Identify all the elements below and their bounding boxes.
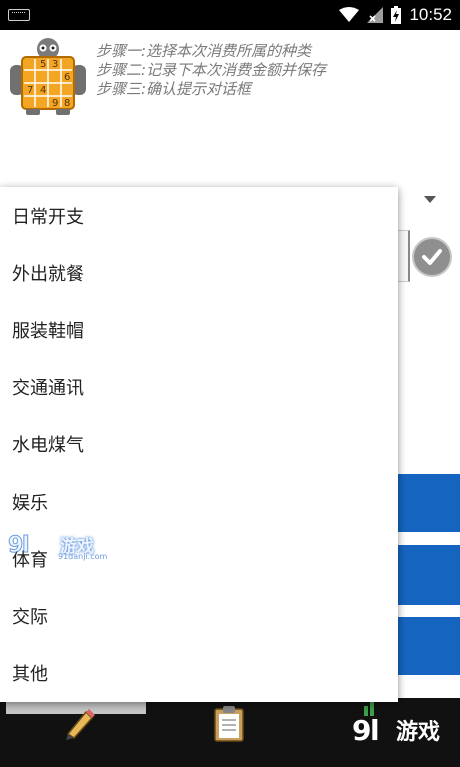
confirm-button[interactable] (412, 237, 452, 277)
dropdown-option[interactable]: 服装鞋帽 (0, 301, 398, 358)
logo-digit: 3 (52, 59, 59, 70)
logo-digit: 7 (27, 85, 34, 96)
watermark-corner: 9 l 游戏 (352, 714, 440, 746)
dropdown-option[interactable]: 娱乐 (0, 473, 398, 530)
watermark-logo-icon: 9 l (8, 533, 31, 559)
step-one: 步骤一:选择本次消费所属的种类 (96, 42, 312, 60)
status-time: 10:52 (409, 5, 452, 24)
action-button-1[interactable] (398, 474, 460, 532)
dropdown-option[interactable]: 交际 (0, 587, 398, 644)
svg-text:l: l (22, 533, 30, 558)
wifi-icon (339, 7, 360, 22)
dropdown-option[interactable]: 交通通讯 (0, 359, 398, 416)
clipboard-icon[interactable] (212, 704, 246, 742)
battery-charging-icon (391, 6, 402, 24)
svg-text:l: l (370, 714, 380, 746)
status-bar: 10:52 (0, 0, 460, 30)
logo-digit: 8 (64, 98, 71, 109)
sudoku-robot-icon: 5 3 6 7 4 9 8 (6, 35, 90, 115)
dropdown-option[interactable]: 外出就餐 (0, 244, 398, 301)
logo-digit: 4 (40, 85, 47, 96)
dropdown-option[interactable]: 日常开支 (0, 187, 398, 244)
watermark-mid-sub: 91danji.com (58, 552, 108, 561)
category-dropdown: 日常开支 外出就餐 服装鞋帽 交通通讯 水电煤气 娱乐 体育 交际 其他 (0, 187, 398, 702)
step-two: 步骤二:记录下本次消费金额并保存 (96, 61, 327, 79)
watermark-mid: 9 l 游戏 91danji.com (6, 530, 108, 562)
screen: 10:52 5 3 6 7 4 9 8 步骤一:选择本次消费所属的种类 步骤二:… (0, 0, 460, 767)
action-button-3[interactable] (398, 617, 460, 675)
svg-text:9: 9 (352, 714, 371, 746)
logo-digit: 6 (64, 72, 71, 83)
signal-icon (367, 7, 384, 23)
pencil-icon[interactable] (60, 704, 98, 742)
category-spinner-arrow-icon[interactable] (424, 196, 436, 203)
step-three: 步骤三:确认提示对话框 (96, 80, 252, 98)
checkmark-icon (422, 249, 442, 265)
status-icons: 10:52 (339, 0, 452, 30)
steps-instructions: 步骤一:选择本次消费所属的种类 步骤二:记录下本次消费金额并保存 步骤三:确认提… (96, 42, 326, 99)
logo-digit: 9 (52, 98, 59, 109)
action-button-2[interactable] (398, 545, 460, 605)
watermark-corner-text: 游戏 (396, 720, 441, 745)
dropdown-option[interactable]: 水电煤气 (0, 416, 398, 473)
keyboard-icon (8, 9, 30, 21)
watermark-logo-icon: 9 l (352, 714, 380, 746)
logo-digit: 5 (40, 59, 47, 70)
dropdown-option[interactable]: 其他 (0, 645, 398, 702)
